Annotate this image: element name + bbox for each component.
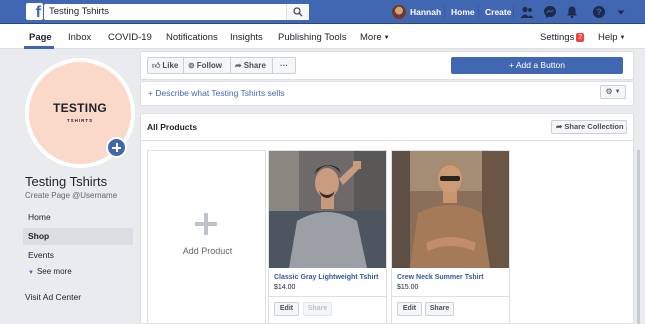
add-product-tile[interactable]: Add Product [147, 150, 266, 324]
more-actions-button[interactable]: ··· [272, 57, 296, 74]
follow-button[interactable]: ⊚ Follow [183, 57, 231, 74]
follow-icon: ⊚ [188, 61, 195, 70]
share-button[interactable]: Share [425, 302, 454, 316]
product-photo[interactable] [392, 151, 509, 268]
search-value: Testing Tshirts [49, 6, 110, 17]
settings-gear-button[interactable]: ⚙ ▼ [600, 85, 626, 99]
see-more-link[interactable]: ▼ See more [28, 267, 72, 276]
friends-icon[interactable] [520, 5, 534, 19]
product-card[interactable]: Classic Gray Lightweight Tshirt $14.00 E… [268, 150, 387, 324]
create-username-link[interactable]: Create Page @Username [25, 191, 117, 200]
edit-button[interactable]: Edit [397, 302, 422, 316]
gear-icon: ⚙ [605, 87, 613, 96]
share-collection-button[interactable]: ➦ Share Collection [551, 120, 627, 134]
search-icon [293, 7, 303, 17]
search-input[interactable]: Testing Tshirts [44, 4, 309, 20]
share-icon: ➦ [235, 61, 242, 70]
facebook-logo-icon[interactable]: f [26, 3, 43, 21]
share-button: Share [303, 302, 332, 316]
caret-down-icon: ▼ [614, 89, 621, 95]
visit-ad-center-link[interactable]: Visit Ad Center [25, 292, 81, 302]
page-name: Testing Tshirts [25, 174, 108, 189]
like-button[interactable]: 👍︎ Like [147, 57, 184, 74]
tab-covid[interactable]: COVID-19 [108, 32, 152, 43]
divider [140, 140, 634, 141]
add-product-label: Add Product [182, 246, 233, 256]
profile-link[interactable]: Hannah [410, 7, 441, 17]
help-label: Help [598, 32, 618, 43]
product-price: $15.00 [397, 284, 419, 291]
settings-link[interactable]: Settings 2 [540, 32, 585, 43]
help-menu[interactable]: Help ▼ [598, 32, 626, 43]
sidebar-item-events[interactable]: Events [23, 247, 133, 264]
divider [392, 296, 509, 297]
product-photo-image [269, 151, 386, 268]
profile-pic-title: TESTING [52, 101, 108, 115]
messenger-icon[interactable] [543, 5, 557, 19]
tab-insights[interactable]: Insights [230, 32, 263, 43]
product-photo-image [392, 151, 509, 268]
tab-page[interactable]: Page [29, 32, 52, 43]
sidebar-item-home[interactable]: Home [23, 209, 133, 226]
tab-notifications[interactable]: Notifications [166, 32, 218, 43]
product-price: $14.00 [274, 284, 296, 291]
product-card[interactable]: Crew Neck Summer Tshirt $15.00 Edit Shar… [391, 150, 510, 324]
add-a-button-button[interactable]: + Add a Button [451, 57, 623, 74]
settings-badge: 2 [576, 33, 585, 42]
divider [478, 6, 479, 18]
product-photo[interactable] [269, 151, 386, 268]
avatar[interactable] [392, 5, 406, 19]
tab-more-label: More [360, 32, 382, 43]
triangle-down-icon: ▼ [28, 270, 34, 276]
caret-down-icon: ▼ [619, 35, 626, 41]
divider [444, 6, 445, 18]
divider [513, 6, 514, 18]
help-icon[interactable]: ? [592, 5, 606, 19]
bell-icon[interactable] [565, 5, 579, 19]
divider [269, 296, 386, 297]
update-profile-picture-button[interactable] [106, 137, 127, 158]
product-name[interactable]: Crew Neck Summer Tshirt [397, 274, 484, 281]
profile-pic-subtitle: TSHIRTS [66, 118, 94, 123]
tab-more[interactable]: More ▼ [360, 32, 390, 43]
home-link[interactable]: Home [451, 7, 475, 17]
scrollbar[interactable] [637, 150, 640, 324]
page-nav: Page Inbox COVID-19 Notifications Insigh… [0, 24, 645, 49]
svg-text:?: ? [596, 7, 602, 17]
sidebar-item-shop[interactable]: Shop [23, 228, 133, 245]
share-collection-label: Share Collection [564, 122, 624, 131]
follow-label: Follow [196, 61, 223, 70]
section-title: All Products [147, 122, 198, 132]
caret-down-icon[interactable] [614, 5, 628, 19]
describe-link[interactable]: + Describe what Testing Tshirts sells [148, 88, 284, 98]
share-button[interactable]: ➦ Share [230, 57, 273, 74]
see-more-label: See more [36, 267, 72, 276]
active-tab-indicator [24, 46, 54, 49]
tab-inbox[interactable]: Inbox [68, 32, 91, 43]
like-label: Like [162, 61, 179, 70]
product-name[interactable]: Classic Gray Lightweight Tshirt [274, 274, 379, 281]
edit-button[interactable]: Edit [274, 302, 299, 316]
settings-label: Settings [540, 32, 575, 43]
share-label: Share [243, 61, 266, 70]
like-icon: 👍︎ [152, 61, 161, 70]
create-link[interactable]: Create [485, 7, 511, 17]
plus-icon [195, 213, 217, 235]
caret-down-icon: ▼ [383, 35, 390, 41]
search-button[interactable] [286, 4, 309, 20]
top-bar: f Testing Tshirts Hannah Home Create ? [0, 0, 645, 24]
tab-publishing-tools[interactable]: Publishing Tools [278, 32, 346, 43]
